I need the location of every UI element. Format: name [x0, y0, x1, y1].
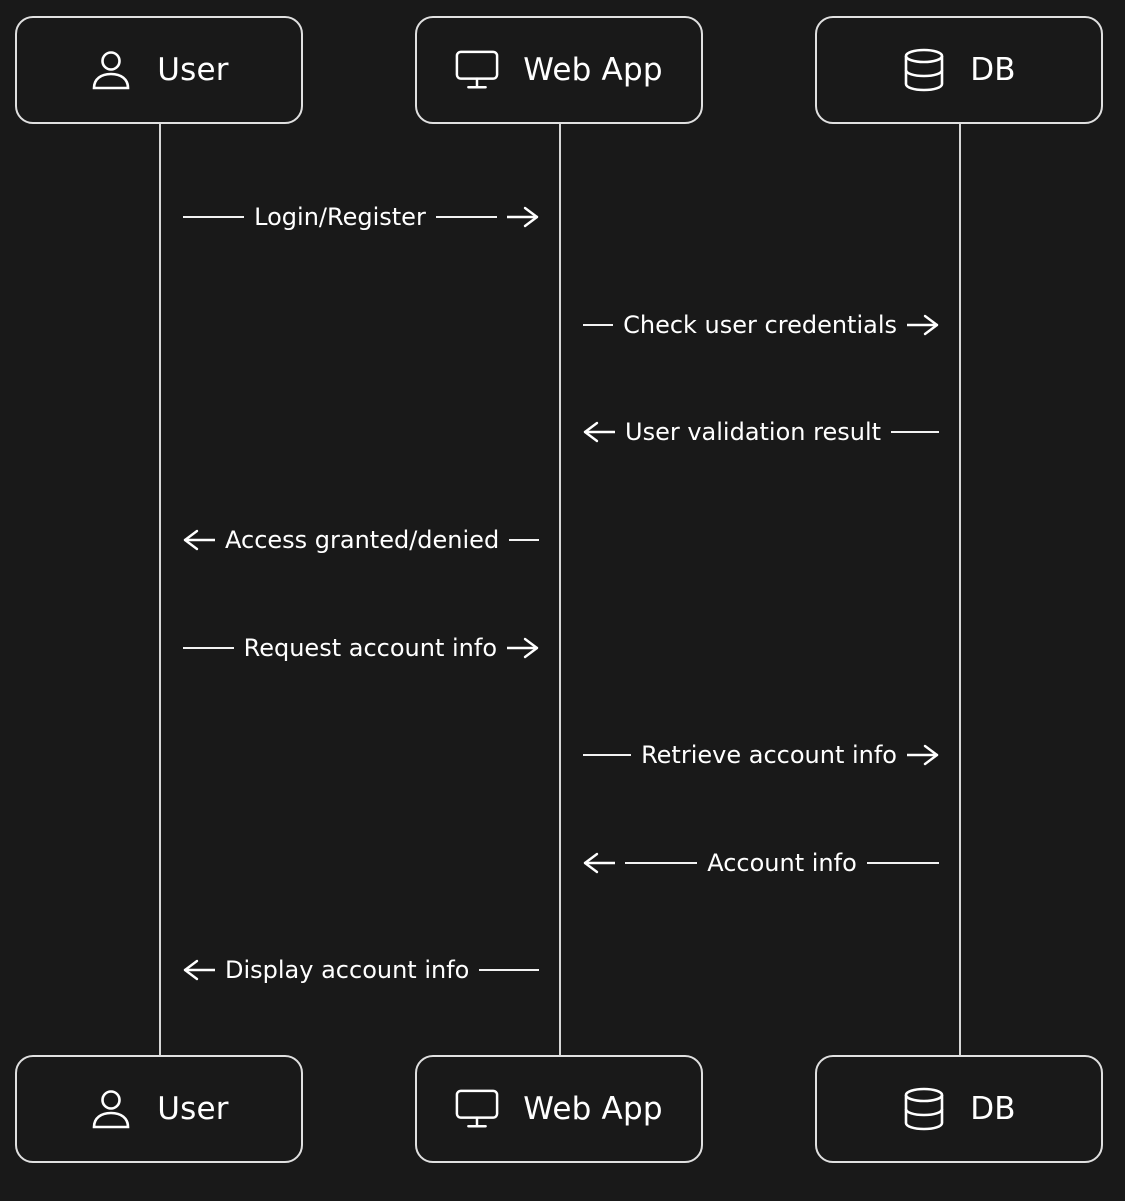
- message-arrow: Request account info: [183, 628, 539, 668]
- participant-db-top: DB: [815, 16, 1103, 124]
- database-icon: [902, 1087, 946, 1131]
- message-arrow: Check user credentials: [583, 305, 939, 345]
- message-label: Request account info: [243, 634, 497, 662]
- user-icon: [89, 1087, 133, 1131]
- message-label: User validation result: [625, 418, 882, 446]
- arrow-right-icon: [507, 205, 539, 229]
- message-line: [479, 969, 539, 971]
- arrow-right-icon: [507, 636, 539, 660]
- message-line: [435, 216, 497, 218]
- message-line: [183, 216, 245, 218]
- database-icon: [902, 48, 946, 92]
- participant-webapp-bottom: Web App: [415, 1055, 703, 1163]
- participant-label: User: [157, 52, 229, 88]
- participant-label: User: [157, 1091, 229, 1127]
- monitor-icon: [455, 48, 499, 92]
- message-arrow: Account info: [583, 843, 940, 883]
- message-line: [183, 647, 234, 649]
- participant-label: DB: [970, 1091, 1016, 1127]
- arrow-right-icon: [907, 743, 939, 767]
- participant-webapp-top: Web App: [415, 16, 703, 124]
- arrow-left-icon: [183, 528, 215, 552]
- message-label: Retrieve account info: [641, 741, 897, 769]
- message-arrow: Login/Register: [183, 197, 539, 237]
- message-line: [583, 324, 614, 326]
- user-icon: [89, 48, 133, 92]
- participant-label: Web App: [523, 1091, 663, 1127]
- sequence-diagram: User Web App DB Login/Register Check use…: [0, 0, 1125, 1201]
- lifeline-user: [159, 124, 161, 1056]
- monitor-icon: [455, 1087, 499, 1131]
- message-arrow: Access granted/denied: [183, 520, 539, 560]
- message-label: Check user credentials: [623, 311, 897, 339]
- message-label: Login/Register: [254, 203, 426, 231]
- message-label: Account info: [707, 849, 857, 877]
- arrow-right-icon: [907, 313, 939, 337]
- arrow-left-icon: [583, 851, 615, 875]
- message-label: Display account info: [225, 956, 470, 984]
- message-line: [509, 539, 539, 541]
- message-line: [583, 754, 632, 756]
- participant-label: DB: [970, 52, 1016, 88]
- participant-user-top: User: [15, 16, 303, 124]
- message-line: [625, 862, 698, 864]
- lifeline-webapp: [559, 124, 561, 1056]
- message-arrow: User validation result: [583, 412, 939, 452]
- message-arrow: Display account info: [183, 950, 539, 990]
- participant-user-bottom: User: [15, 1055, 303, 1163]
- message-arrow: Retrieve account info: [583, 735, 939, 775]
- message-line: [891, 431, 939, 433]
- arrow-left-icon: [183, 958, 215, 982]
- participant-db-bottom: DB: [815, 1055, 1103, 1163]
- participant-label: Web App: [523, 52, 663, 88]
- lifeline-db: [959, 124, 961, 1056]
- arrow-left-icon: [583, 420, 615, 444]
- message-label: Access granted/denied: [225, 526, 500, 554]
- message-line: [866, 862, 940, 864]
